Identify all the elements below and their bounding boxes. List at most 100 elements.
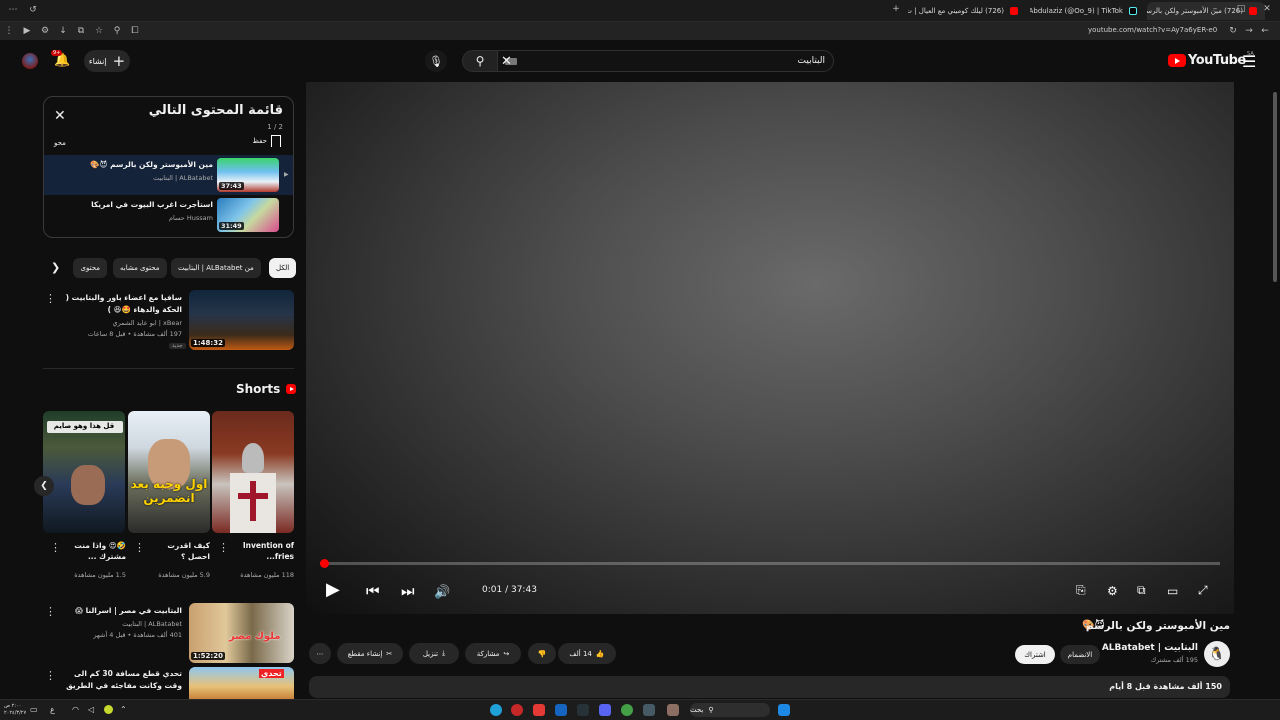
opera-icon[interactable] <box>511 704 523 716</box>
settings-gear-icon[interactable]: ⚙ <box>1107 584 1118 598</box>
playlist-item[interactable]: 31:49 استأجرت اغرب البيوت في امريكا Huss… <box>44 195 293 235</box>
search-input[interactable]: البتابيت <box>496 50 834 72</box>
dislike-button[interactable]: 👎 <box>528 643 556 664</box>
extensions-icon[interactable]: ⚙ <box>36 26 54 36</box>
chip-more[interactable]: محتوى <box>73 258 107 278</box>
like-button[interactable]: 👍 14 ألف <box>558 643 616 664</box>
download-icon[interactable]: ↓ <box>54 26 72 36</box>
hamburger-menu-icon[interactable]: ☰ <box>1242 52 1256 71</box>
face-shape <box>71 465 105 505</box>
minimize-icon[interactable]: – <box>1206 4 1224 14</box>
more-actions-button[interactable]: ⋯ <box>309 643 331 664</box>
search-button[interactable]: ⚲ <box>462 50 498 72</box>
screenshot-icon[interactable]: ⧉ <box>72 26 90 36</box>
more-vertical-icon[interactable]: ⋮ <box>134 541 145 554</box>
notifications-button[interactable]: 🔔 9+ <box>51 50 70 68</box>
chevron-right-icon[interactable]: ❯ <box>51 261 60 274</box>
account-avatar[interactable] <box>22 53 38 69</box>
taskbar-clock[interactable]: ٢:٠٠ ص ٢٠٢٤/٣/٢٧ <box>4 703 26 717</box>
shorts-prev-button[interactable]: ❮ <box>34 476 54 496</box>
video-player[interactable]: ▶ ⏮ ⏭ 🔊 0:01 / 37:43 ⎘ ⚙ ⧉ ▭ ⤢ <box>306 82 1234 614</box>
discord-icon[interactable] <box>599 704 611 716</box>
recommendation-item[interactable]: ملوك مصر 1:52:20 البتابيت في مصر | اسرال… <box>43 603 294 663</box>
windows-start-icon[interactable] <box>778 704 790 716</box>
clear-search-icon[interactable]: ✕ <box>501 54 512 69</box>
more-vertical-icon[interactable]: ⋮ <box>45 669 56 682</box>
cross-vertical <box>250 481 256 521</box>
language-icon[interactable]: ع <box>50 705 55 714</box>
short-title: 🤣😍 واذا منت مشترك ... <box>74 541 126 561</box>
short-thumbnail[interactable]: قل هذا وهو صايم <box>43 411 125 533</box>
more-vertical-icon[interactable]: ⋮ <box>45 292 56 305</box>
close-window-icon[interactable]: ✕ <box>1258 4 1276 14</box>
history-icon[interactable]: ↺ <box>24 5 42 15</box>
playlist-panel: قائمة المحتوى التالي 1 / 2 ✕ حفظ محو ▶ 3… <box>43 96 294 238</box>
youtube-logo[interactable]: YouTube SA <box>1168 51 1254 68</box>
play-icon[interactable]: ▶ <box>326 579 340 600</box>
back-icon[interactable]: ← <box>1256 26 1274 36</box>
previous-icon[interactable]: ⏮ <box>366 582 380 600</box>
telegram-icon[interactable] <box>577 704 589 716</box>
scrubber-handle[interactable] <box>320 559 329 568</box>
recommendation-item[interactable]: 1:48:32 سافيا مع اعضاء باور والبتابيت ( … <box>43 290 294 352</box>
short-title: Invention of fries... <box>242 541 294 561</box>
page-scrollbar[interactable] <box>1272 82 1278 694</box>
task-view-icon[interactable] <box>643 704 655 716</box>
tune-icon[interactable]: ⚲ <box>108 26 126 36</box>
playlist-save-button[interactable]: حفظ <box>252 135 281 147</box>
share-page-icon[interactable]: ⧠ <box>126 26 144 36</box>
clip-button[interactable]: ✂ إنشاء مقطع <box>337 643 403 664</box>
share-button[interactable]: ↪ مشاركة <box>465 643 521 664</box>
short-thumbnail[interactable]: اول وجبه بعد انضمرين <box>128 411 210 533</box>
calendar-app-icon[interactable] <box>533 704 545 716</box>
more-vertical-icon[interactable]: ⋮ <box>45 605 56 618</box>
tab-tiktok[interactable]: Abdulaziz (@Oo_9) | TikTok ✕ <box>1030 2 1145 20</box>
channel-avatar[interactable]: 🐧 <box>1204 641 1230 667</box>
more-vertical-icon[interactable]: ⋮ <box>50 541 61 554</box>
download-button[interactable]: ⤓ تنزيل <box>409 643 459 664</box>
new-tab-icon[interactable]: + <box>887 4 905 14</box>
fullscreen-icon[interactable]: ⤢ <box>1198 583 1208 598</box>
more-vertical-icon[interactable]: ⋮ <box>218 541 229 554</box>
app-icon[interactable] <box>555 704 567 716</box>
theater-mode-icon[interactable]: ▭ <box>1167 584 1178 598</box>
create-button[interactable]: + إنشاء <box>84 50 130 72</box>
playlist-item-channel: ALBatabet | البتابيت <box>153 174 213 182</box>
playlist-item[interactable]: ▶ 37:43 مين الأمبوستر ولكن بالرسم 😈🎨 ALB… <box>44 155 293 195</box>
subscribe-button[interactable]: اشتراك <box>1015 645 1055 664</box>
bookmark-star-icon[interactable]: ☆ <box>90 26 108 36</box>
media-icon[interactable]: ▶ <box>18 26 36 36</box>
next-icon[interactable]: ⏭ <box>401 582 415 600</box>
tray-expand-icon[interactable]: ⌃ <box>120 705 127 714</box>
close-icon[interactable]: ✕ <box>54 108 66 124</box>
progress-bar[interactable] <box>320 559 1220 568</box>
chip-related[interactable]: محتوى مشابه <box>113 258 167 278</box>
edge-icon[interactable] <box>490 704 502 716</box>
volume-icon[interactable]: 🔊 <box>434 585 450 600</box>
url-field[interactable]: youtube.com/watch?v=Ay7a6yER-e0 <box>1088 26 1217 34</box>
tab-youtube-other[interactable]: (726) ليلك كوميني مع العيال | ت ✕ <box>908 2 1026 20</box>
chip-from-channel[interactable]: من ALBatabet | البتابيت <box>171 258 261 278</box>
notifications-tray-icon[interactable]: ▭ <box>30 705 38 714</box>
recommendation-item[interactable]: تحدي تحدي قطع مسافة 30 كم الى وقت وكانت … <box>43 667 294 699</box>
sidebar-icon[interactable]: ⋮ <box>0 26 18 36</box>
volume-tray-icon[interactable]: ◁ <box>88 705 94 714</box>
chip-all[interactable]: الكل <box>269 258 297 278</box>
share-icon: ↪ <box>503 649 510 658</box>
join-button[interactable]: الانضمام <box>1060 645 1100 664</box>
widgets-icon[interactable] <box>667 704 679 716</box>
subtitles-icon[interactable]: ⎘ <box>1076 583 1086 598</box>
tray-app-icon[interactable] <box>104 705 113 714</box>
description-box[interactable]: 150 ألف مشاهدة قبل 8 أيام <box>309 676 1230 698</box>
maximize-icon[interactable]: □ <box>1232 4 1250 14</box>
wifi-icon[interactable]: ◠ <box>72 705 79 714</box>
chrome-icon[interactable] <box>621 704 633 716</box>
taskbar-search[interactable]: ⚲ بحث <box>690 703 770 717</box>
scrollbar-thumb[interactable] <box>1273 92 1277 282</box>
playlist-clear-button[interactable]: محو <box>54 139 66 147</box>
short-thumbnail[interactable] <box>212 411 294 533</box>
voice-search-button[interactable]: 🎙 <box>425 50 447 72</box>
miniplayer-icon[interactable]: ⧉ <box>1137 583 1146 598</box>
channel-name[interactable]: البتابيت | ALBatabet <box>1100 643 1198 653</box>
window-menu-icon[interactable]: ⋯ <box>4 5 22 15</box>
